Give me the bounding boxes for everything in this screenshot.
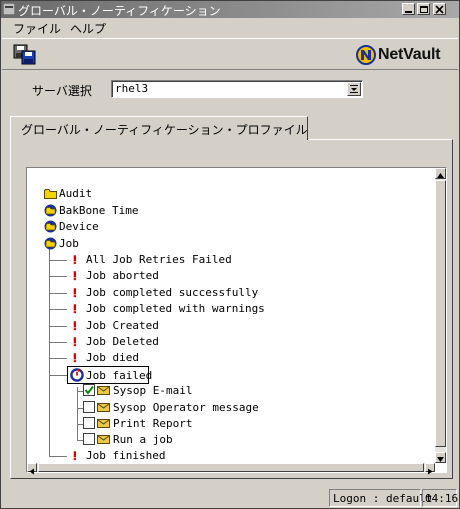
tree-connector <box>49 326 67 327</box>
scroll-up-button[interactable] <box>435 168 446 179</box>
envelope-icon <box>97 419 110 428</box>
tree-connector <box>49 358 67 359</box>
server-select-label: サーバ選択 <box>32 84 92 98</box>
envelope-icon <box>97 435 110 444</box>
tree-connector <box>77 387 78 441</box>
tree-connector <box>49 293 67 294</box>
tree-connector <box>49 375 67 376</box>
window-title: グローバル・ノーティフィケーション <box>18 4 221 18</box>
envelope-icon <box>97 403 110 412</box>
tree-connector <box>49 342 67 343</box>
scroll-thumb[interactable] <box>435 180 446 447</box>
close-button[interactable] <box>433 3 446 15</box>
minimize-icon <box>405 11 412 13</box>
minimize-button[interactable] <box>402 3 415 15</box>
tree-connector <box>49 456 67 457</box>
menu-bar: ファイル ヘルプ <box>2 18 458 38</box>
folder-open-icon <box>44 204 57 217</box>
exclamation-icon <box>73 255 76 265</box>
exclamation-icon <box>73 321 76 331</box>
horizontal-scroll-thumb[interactable] <box>38 463 424 472</box>
title-bar[interactable]: グローバル・ノーティフィケーション <box>1 1 459 18</box>
status-logon: Logon : default <box>329 489 432 507</box>
server-select-value: rhel3 <box>115 82 149 95</box>
netvault-logo: NetVault <box>356 45 452 65</box>
chevron-down-icon <box>350 85 358 93</box>
tree-connector <box>49 309 67 310</box>
maximize-icon <box>420 6 428 13</box>
tab-profile[interactable]: グローバル・ノーティフィケーション・プロファイル <box>10 116 308 140</box>
tab-profile-label: グローバル・ノーティフィケーション・プロファイル <box>21 123 308 137</box>
menu-help[interactable]: ヘルプ <box>70 20 106 37</box>
logo-text: NetVault <box>378 46 441 63</box>
exclamation-icon <box>73 304 76 314</box>
exclamation-icon <box>73 451 76 461</box>
tree-connector <box>49 249 50 456</box>
folder-open-icon <box>44 220 57 233</box>
arrow-left-icon <box>29 468 34 475</box>
save-disk-icon <box>13 44 36 65</box>
tree-vertical-scrollbar[interactable] <box>435 168 446 463</box>
menu-file[interactable]: ファイル <box>13 20 61 37</box>
tree-view[interactable]: Audit BakBone Time Device Job All Job Re… <box>27 168 435 463</box>
scroll-down-button[interactable] <box>435 452 446 463</box>
arrow-right-icon <box>428 468 433 475</box>
server-select[interactable]: rhel3 <box>111 80 363 98</box>
toolbar: NetVault <box>2 38 458 70</box>
checkbox-icon[interactable] <box>83 401 96 414</box>
netvault-logo-icon <box>356 45 376 65</box>
folder-icon <box>44 189 57 199</box>
checkbox-icon[interactable] <box>83 417 96 430</box>
exclamation-icon <box>73 337 76 347</box>
status-time: 04:16 <box>422 489 458 507</box>
folder-open-icon <box>44 237 57 250</box>
maximize-button[interactable] <box>417 3 430 15</box>
arrow-up-icon <box>437 173 444 178</box>
tree-node-job-failed-selected[interactable]: Job failed <box>67 366 152 384</box>
exclamation-icon <box>73 353 76 363</box>
checkbox-checked-icon[interactable] <box>83 384 96 397</box>
tree-connector <box>49 260 67 261</box>
scroll-right-button[interactable] <box>425 463 435 475</box>
scroll-left-button[interactable] <box>27 463 37 475</box>
save-button[interactable] <box>13 44 37 66</box>
exclamation-icon <box>73 288 76 298</box>
server-select-dropdown-button[interactable] <box>347 82 361 96</box>
app-window: グローバル・ノーティフィケーション ファイル ヘルプ NetVault サーバ選… <box>0 0 460 509</box>
tree-horizontal-scrollbar[interactable] <box>27 463 435 475</box>
window-menu-icon[interactable] <box>3 3 15 15</box>
close-icon <box>435 5 444 14</box>
arrow-down-icon <box>437 457 444 462</box>
tree-connector <box>49 276 67 277</box>
checkbox-icon[interactable] <box>83 433 96 446</box>
envelope-icon <box>97 386 110 395</box>
exclamation-icon <box>73 271 76 281</box>
event-refresh-icon <box>70 368 84 382</box>
